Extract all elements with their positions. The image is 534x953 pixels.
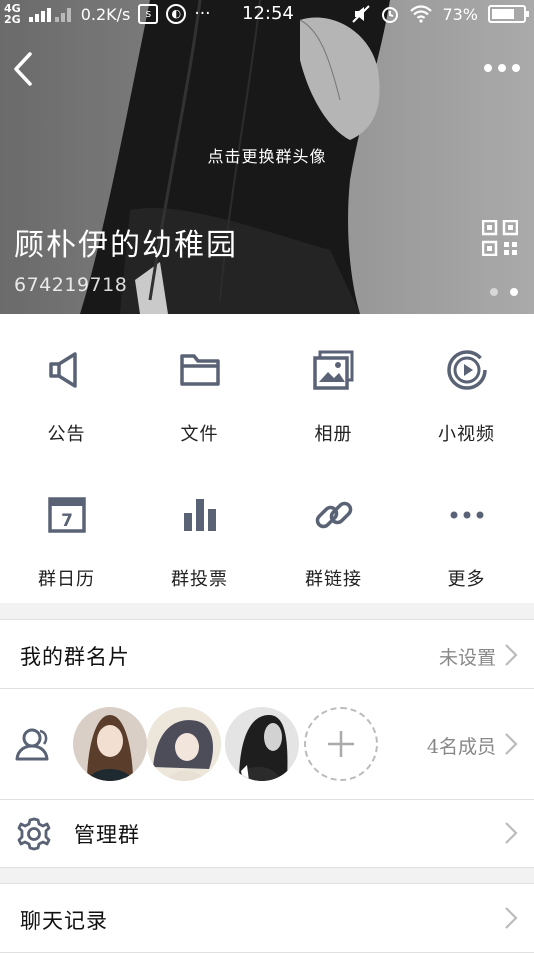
grid-label: 公告 (47, 424, 86, 445)
grid-item-more[interactable]: 更多 (400, 459, 533, 599)
manage-group-row[interactable]: 管理群 (0, 800, 534, 868)
grid-item-announcement[interactable]: 公告 (0, 314, 133, 454)
more-icon (450, 511, 483, 519)
chevron-right-icon (505, 644, 518, 666)
chat-history-title: 聊天记录 (20, 909, 108, 933)
pager-dot-active (510, 288, 518, 296)
screenshot-icon: s (138, 4, 159, 24)
members-row[interactable]: 4名成员 (0, 689, 534, 800)
gear-icon (17, 817, 51, 851)
video-icon (446, 350, 487, 390)
grid-label: 更多 (447, 569, 486, 590)
group-id: 674219718 (14, 274, 128, 296)
network-speed: 0.2K/s (80, 4, 131, 24)
photo-album-icon (312, 350, 353, 390)
grid-item-album[interactable]: 相册 (267, 314, 400, 454)
calendar-icon: 7 (47, 497, 86, 533)
network-type: 4G 2G (4, 3, 21, 25)
manage-group-title: 管理群 (74, 823, 140, 847)
signal-bars-icon (28, 4, 73, 24)
battery-icon (488, 5, 529, 23)
pager-dot (490, 288, 498, 296)
my-group-card-value: 未设置 (438, 647, 496, 669)
cover-pager (490, 288, 518, 296)
feature-grid: 公告 文件 相册 小视频 7 群日历 群投票 群链接 更多 (0, 314, 534, 603)
battery-percent: 73% (442, 4, 478, 24)
member-avatar[interactable] (225, 707, 299, 781)
grid-label: 群链接 (305, 569, 362, 590)
member-count: 4名成员 (426, 736, 496, 758)
grid-label: 群投票 (171, 569, 228, 590)
folder-icon (179, 354, 220, 386)
wifi-icon (410, 5, 433, 23)
chat-history-row[interactable]: 聊天记录 (0, 883, 534, 953)
grid-item-calendar[interactable]: 7 群日历 (0, 459, 133, 599)
status-bar: 4G 2G 0.2K/s s ◐ ··· 12:54 73% (0, 0, 534, 28)
bar-chart-icon (183, 499, 216, 531)
link-icon (315, 501, 352, 529)
members-icon (15, 728, 49, 761)
silent-icon (352, 5, 371, 23)
my-group-card-title: 我的群名片 (20, 645, 130, 669)
my-group-card-row[interactable]: 我的群名片 未设置 (0, 619, 534, 689)
alarm-icon (382, 7, 399, 23)
megaphone-icon (48, 352, 77, 388)
calendar-day: 7 (61, 511, 73, 531)
change-avatar-hint[interactable]: 点击更换群头像 (0, 143, 534, 167)
more-options-icon[interactable] (482, 56, 522, 80)
group-name: 顾朴伊的幼稚园 (14, 228, 238, 263)
grid-label: 小视频 (438, 424, 495, 445)
grid-item-short-video[interactable]: 小视频 (400, 314, 533, 454)
grid-item-link[interactable]: 群链接 (267, 459, 400, 599)
group-cover[interactable]: 4G 2G 0.2K/s s ◐ ··· 12:54 73% 点击更换群头像 顾… (0, 0, 534, 314)
app-notification-icon: ◐ (166, 4, 187, 24)
more-notifications: ··· (194, 4, 211, 24)
chevron-right-icon (505, 907, 518, 929)
network-type-bottom: 2G (4, 13, 21, 26)
grid-item-files[interactable]: 文件 (133, 314, 266, 454)
member-avatar[interactable] (147, 707, 221, 781)
grid-item-vote[interactable]: 群投票 (133, 459, 266, 599)
qr-code-icon[interactable] (482, 220, 518, 256)
back-arrow-icon[interactable] (6, 46, 46, 92)
grid-label: 文件 (180, 424, 219, 445)
chevron-right-icon (505, 822, 518, 844)
member-avatar[interactable] (73, 707, 147, 781)
plus-icon (328, 731, 354, 757)
grid-label: 群日历 (38, 569, 95, 590)
grid-label: 相册 (314, 424, 353, 445)
chevron-right-icon (505, 733, 518, 755)
clock: 12:54 (242, 3, 294, 24)
add-member-button[interactable] (304, 707, 378, 781)
